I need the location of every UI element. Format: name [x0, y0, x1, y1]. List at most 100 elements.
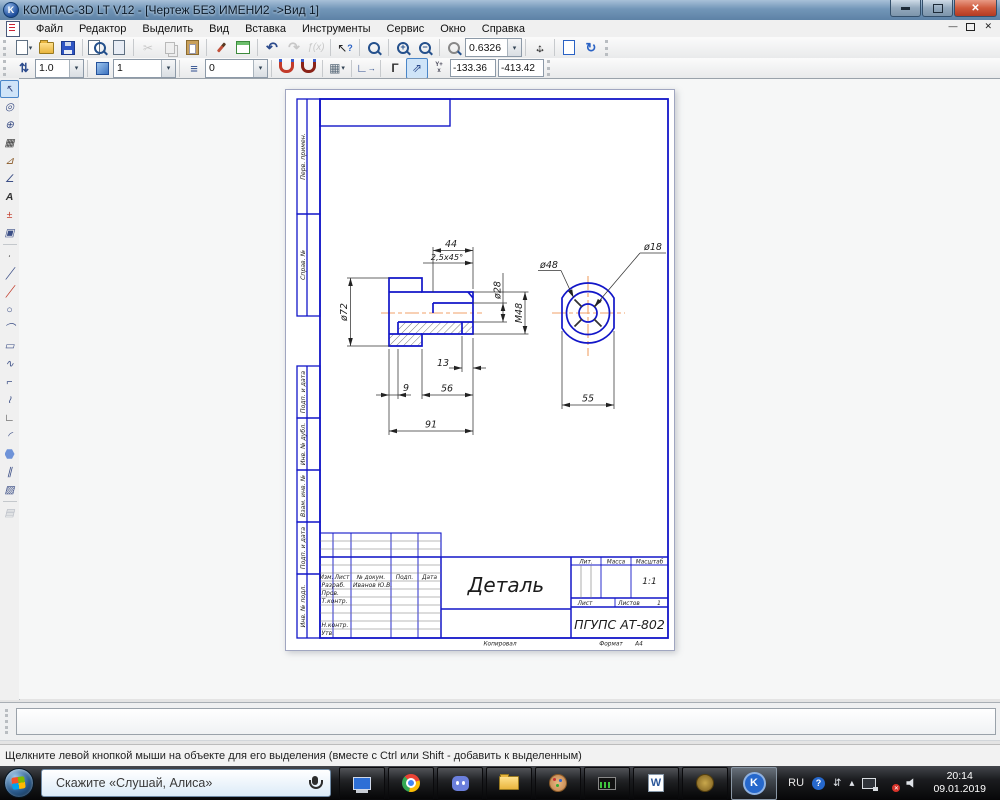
view-caret-icon[interactable]: ▾ — [161, 60, 175, 77]
select-tool-button[interactable]: ↖ — [0, 80, 19, 98]
copy-button[interactable] — [159, 37, 181, 58]
scroll-arrows-icon[interactable]: ⇵ — [833, 778, 841, 789]
angle-measure-button[interactable]: ∠ — [0, 170, 19, 188]
menu-window[interactable]: Окно — [432, 22, 474, 36]
menu-editor[interactable]: Редактор — [71, 22, 134, 36]
menu-tools[interactable]: Инструменты — [294, 22, 379, 36]
toggle-visibility-button[interactable]: ± — [0, 206, 19, 224]
context-help-button[interactable]: ↖? — [334, 37, 356, 58]
coord-y-field[interactable]: -413.42 — [498, 59, 544, 77]
print-button[interactable] — [108, 37, 130, 58]
property-panel-grip[interactable] — [5, 709, 11, 734]
polyline-button[interactable]: ⌐ — [0, 373, 19, 391]
mdi-minimize-button[interactable]: — — [948, 22, 957, 31]
circle-button[interactable]: ○ — [0, 301, 19, 319]
voice-search-input[interactable]: Скажите «Слушай, Алиса» — [41, 769, 331, 797]
snap-local-button[interactable] — [297, 58, 319, 79]
point-button[interactable]: ∙ — [0, 247, 19, 265]
language-indicator[interactable]: RU — [788, 777, 804, 789]
taskbar-word[interactable]: W — [633, 767, 679, 800]
redo-button[interactable]: ↷ — [283, 37, 305, 58]
toolbar-grip[interactable] — [3, 40, 9, 56]
menu-insert[interactable]: Вставка — [237, 22, 294, 36]
chamfer-button[interactable]: ∟ — [0, 409, 19, 427]
taskbar-emblem-app[interactable] — [682, 767, 728, 800]
geometry-point-button[interactable]: ◎ — [0, 98, 19, 116]
menu-help[interactable]: Справка — [474, 22, 533, 36]
ortho-mode-button[interactable]: Γ — [384, 58, 406, 79]
volume-icon[interactable] — [906, 778, 917, 788]
step-combo[interactable]: 1.0 ▾ — [35, 59, 84, 78]
mdi-close-button[interactable]: ✕ — [984, 22, 992, 31]
polygon-button[interactable] — [0, 445, 19, 463]
taskbar-remote-desktop[interactable] — [339, 767, 385, 800]
show-hidden-icons[interactable]: ▴ — [849, 778, 854, 789]
menu-select[interactable]: Выделить — [134, 22, 201, 36]
zoom-out-button[interactable]: − — [414, 37, 436, 58]
start-button[interactable] — [4, 768, 34, 798]
close-button[interactable]: ✕ — [954, 0, 997, 17]
toolbar-grip-end[interactable] — [605, 40, 611, 56]
menu-service[interactable]: Сервис — [379, 22, 433, 36]
coord-x-field[interactable]: -133.36 — [450, 59, 496, 77]
rectangle-button[interactable]: ▭ — [0, 337, 19, 355]
grid-button[interactable]: ▦ — [0, 134, 19, 152]
paste-button[interactable] — [181, 37, 203, 58]
microphone-icon[interactable] — [312, 776, 318, 785]
format-painter-button[interactable] — [210, 37, 232, 58]
zoom-area-button[interactable] — [443, 37, 465, 58]
snap-global-button[interactable] — [275, 58, 297, 79]
rebuild-button[interactable]: ↻ — [580, 37, 602, 58]
pan-button[interactable]: ↔↕ — [529, 37, 551, 58]
grid-toggle-button[interactable]: ▦▾ — [326, 58, 348, 79]
zoom-scale-combo[interactable]: 0.6326 ▾ — [465, 38, 522, 57]
show-document-button[interactable] — [558, 37, 580, 58]
document-icon[interactable] — [6, 21, 20, 37]
fillet-button[interactable]: ◜ — [0, 427, 19, 445]
drawing-canvas[interactable]: Перв. примен. Справ. № Подп. и дата Инв.… — [19, 78, 1000, 699]
minimize-button[interactable] — [890, 0, 921, 17]
print-preview-button[interactable] — [86, 37, 108, 58]
taskbar-kompas-active[interactable]: K — [731, 767, 777, 800]
zoom-in-button[interactable]: + — [392, 37, 414, 58]
taskbar-task-manager[interactable] — [584, 767, 630, 800]
taskbar-discord[interactable] — [437, 767, 483, 800]
undo-button[interactable]: ↶ — [261, 37, 283, 58]
menu-view[interactable]: Вид — [201, 22, 237, 36]
arc-button[interactable]: ⌒ — [0, 319, 19, 337]
network-icon[interactable] — [862, 778, 876, 789]
curve-button[interactable]: ≀ — [0, 391, 19, 409]
auxiliary-line-button[interactable]: ╱ — [0, 283, 19, 301]
hatch-button[interactable]: ▨ — [0, 481, 19, 499]
view-frame-button[interactable]: ▣ — [0, 224, 19, 242]
menu-file[interactable]: Файл — [28, 22, 71, 36]
taskbar-explorer[interactable] — [486, 767, 532, 800]
stamp-button[interactable]: ▤ — [0, 504, 19, 522]
property-panel-bar[interactable] — [16, 708, 996, 735]
variables-button[interactable]: ƒ(x) — [305, 37, 327, 58]
bezier-spline-button[interactable]: ∿ — [0, 355, 19, 373]
snap-angle-button[interactable]: ⇗ — [406, 58, 428, 79]
clock[interactable]: 20:14 09.01.2019 — [925, 770, 994, 796]
new-document-button[interactable]: ▾ — [13, 37, 35, 58]
action-center-flag-icon[interactable]: ✕ — [884, 776, 898, 790]
save-button[interactable] — [57, 37, 79, 58]
taskbar-paint[interactable] — [535, 767, 581, 800]
mdi-restore-button[interactable] — [966, 23, 975, 31]
maximize-button[interactable] — [922, 0, 953, 17]
drawing-sheet[interactable]: Перв. примен. Справ. № Подп. и дата Инв.… — [285, 89, 675, 651]
zoom-selection-button[interactable] — [363, 37, 385, 58]
local-cs-button[interactable]: ∟→ — [355, 58, 377, 79]
layer-combo[interactable]: 0 ▾ — [205, 59, 268, 78]
document-properties-button[interactable] — [232, 37, 254, 58]
layer-caret-icon[interactable]: ▾ — [253, 60, 267, 77]
view-combo[interactable]: 1 ▾ — [113, 59, 176, 78]
text-labels-button[interactable]: A — [0, 188, 19, 206]
coordinates-input-button[interactable]: ⊕ — [0, 116, 19, 134]
open-button[interactable] — [35, 37, 57, 58]
help-tray-icon[interactable]: ? — [812, 777, 825, 790]
cut-button[interactable]: ✂ — [137, 37, 159, 58]
parallel-lines-button[interactable]: ∥ — [0, 463, 19, 481]
edit-tools-button[interactable]: ⊿ — [0, 152, 19, 170]
zoom-scale-caret-icon[interactable]: ▾ — [507, 39, 521, 56]
